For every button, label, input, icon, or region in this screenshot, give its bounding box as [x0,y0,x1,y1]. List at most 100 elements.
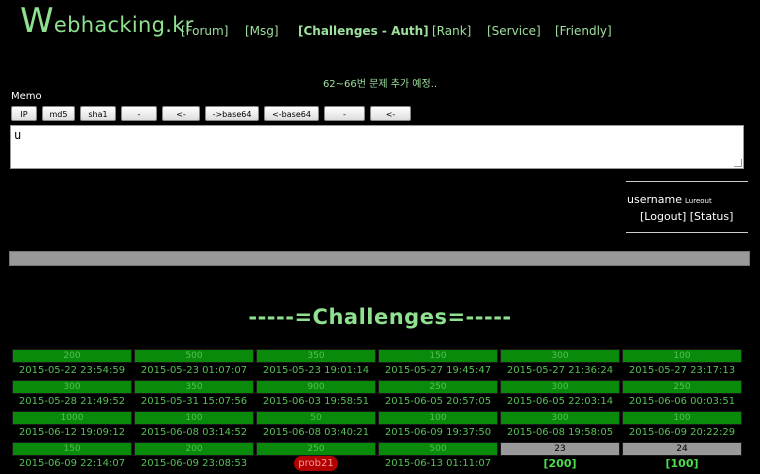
challenge-cell[interactable]: 300 2015-06-08 19:58:05 [500,411,620,441]
challenge-cell[interactable]: 24 [100] [622,442,742,472]
memo-text: u [14,128,22,142]
challenge-score: 200 [134,442,254,456]
challenge-cell[interactable]: 100 2015-06-09 19:37:50 [378,411,498,441]
from-ascii-button[interactable]: <-ascii [370,106,411,134]
challenge-score: 150 [378,349,498,363]
divider-bar [9,251,750,266]
challenge-points: [100] [665,457,699,470]
challenge-cell[interactable]: 900 2015-06-03 19:58:51 [256,380,376,410]
challenge-date: 2015-06-09 19:37:50 [384,427,492,438]
memo-label: Memo [11,91,42,102]
nav-friendly[interactable]: [Friendly] [555,24,612,38]
challenge-cell[interactable]: 300 2015-05-28 21:49:52 [12,380,132,410]
sha1-button[interactable]: sha1 [80,106,116,121]
challenge-cell[interactable]: 350 2015-05-23 19:01:14 [256,349,376,379]
status-link[interactable]: [Status] [690,210,734,223]
memo-textarea[interactable]: u [10,125,744,169]
challenge-score: 900 [256,380,376,394]
challenge-score: 350 [256,349,376,363]
challenge-date: 2015-06-08 03:40:21 [262,427,370,438]
challenges-title: -----=Challenges=----- [248,305,512,329]
username-row: username Lureout [627,193,712,206]
challenge-cell[interactable]: 50 2015-06-08 03:40:21 [256,411,376,441]
to-base64-button[interactable]: ->base64 [205,106,259,121]
challenge-score: 100 [622,411,742,425]
username-label: username [627,193,682,206]
nav-dash: - [377,24,392,38]
memo-toolbar: IP md5 sha1 ->hex <-hex ->base64 <-base6… [11,106,411,134]
challenge-date: 2015-06-12 19:09:12 [18,427,126,438]
challenge-cell[interactable]: 350 2015-05-31 15:07:56 [134,380,254,410]
challenge-score: 1000 [12,411,132,425]
challenge-score: 350 [134,380,254,394]
to-hex-button[interactable]: ->hex [121,106,157,134]
nav-forum[interactable]: [Forum] [181,24,228,38]
challenge-score: 250 [256,442,376,456]
challenge-score: 300 [500,380,620,394]
challenge-score: 300 [12,380,132,394]
challenge-date: 2015-06-09 23:08:53 [140,458,248,469]
challenge-date: 2015-05-31 15:07:56 [140,396,248,407]
ip-button[interactable]: IP [11,106,37,121]
nav-rank[interactable]: [Rank] [432,24,471,38]
challenge-score: 500 [134,349,254,363]
logout-link[interactable]: [Logout] [640,210,686,223]
challenge-date: 2015-05-22 23:54:59 [18,365,126,376]
challenge-date: 2015-05-27 21:36:24 [506,365,614,376]
challenge-date: 2015-06-06 00:03:51 [628,396,736,407]
nav-challenges-auth[interactable]: [Challenges - Auth] [298,24,429,38]
challenge-cell[interactable]: 300 2015-06-05 22:03:14 [500,380,620,410]
nav-msg[interactable]: [Msg] [245,24,279,38]
challenge-score: 100 [378,411,498,425]
from-hex-button[interactable]: <-hex [162,106,200,134]
challenge-date: 2015-06-08 19:58:05 [506,427,614,438]
nav-auth[interactable]: Auth [391,24,423,38]
notice-text: 62~66번 문제 추가 예정.. [322,79,438,90]
challenge-score: 150 [12,442,132,456]
challenge-date: 2015-05-27 23:17:13 [628,365,736,376]
challenge-cell[interactable]: 500 2015-06-13 01:11:07 [378,442,498,472]
challenge-cell[interactable]: 250 2015-06-06 00:03:51 [622,380,742,410]
challenge-cell[interactable]: 100 2015-05-27 23:17:13 [622,349,742,379]
challenge-date: 2015-06-09 22:14:07 [18,458,126,469]
site-logo[interactable]: Webhacking.kr [20,4,194,38]
from-base64-button[interactable]: <-base64 [264,106,319,121]
challenge-score: 100 [622,349,742,363]
nav-service[interactable]: [Service] [487,24,541,38]
prob-link[interactable]: prob21 [294,456,338,471]
md5-button[interactable]: md5 [42,106,75,121]
nav-challenges[interactable]: Challenges [303,24,377,38]
challenge-cell[interactable]: 300 2015-05-27 21:36:24 [500,349,620,379]
challenge-date: 2015-06-09 20:22:29 [628,427,736,438]
challenge-cell[interactable]: 100 2015-06-09 20:22:29 [622,411,742,441]
nav-bracket: ] [423,24,429,38]
challenge-cell[interactable]: 250 prob21 [256,442,376,472]
challenge-date: 2015-06-05 20:57:05 [384,396,492,407]
username-note: Lureout [685,197,712,205]
challenge-cell[interactable]: 1000 2015-06-12 19:09:12 [12,411,132,441]
challenge-date: 2015-06-08 03:14:52 [140,427,248,438]
challenge-date: 2015-06-05 22:03:14 [506,396,614,407]
challenge-score: 200 [12,349,132,363]
challenge-cell[interactable]: 150 2015-06-09 22:14:07 [12,442,132,472]
logo-text: ebhacking.kr [53,13,194,37]
logo-initial: W [20,1,54,41]
challenge-score: 300 [500,411,620,425]
resize-handle-icon[interactable] [734,159,742,167]
challenge-cell[interactable]: 23 [200] [500,442,620,472]
challenge-points: [200] [543,457,577,470]
login-box: username Lureout [Logout] [Status] [626,181,748,233]
challenge-cell[interactable]: 200 2015-05-22 23:54:59 [12,349,132,379]
challenge-date: 2015-05-23 01:07:07 [140,365,248,376]
challenge-cell[interactable]: 100 2015-06-08 03:14:52 [134,411,254,441]
challenge-cell[interactable]: 500 2015-05-23 01:07:07 [134,349,254,379]
challenge-score: 50 [256,411,376,425]
challenge-date: 2015-05-23 19:01:14 [262,365,370,376]
challenge-number: 24 [622,442,742,456]
challenge-prob[interactable]: prob21 [256,456,376,471]
challenge-cell[interactable]: 200 2015-06-09 23:08:53 [134,442,254,472]
to-ascii-button[interactable]: ->ascii [324,106,365,134]
challenge-number: 23 [500,442,620,456]
challenge-cell[interactable]: 150 2015-05-27 19:45:47 [378,349,498,379]
challenge-cell[interactable]: 250 2015-06-05 20:57:05 [378,380,498,410]
